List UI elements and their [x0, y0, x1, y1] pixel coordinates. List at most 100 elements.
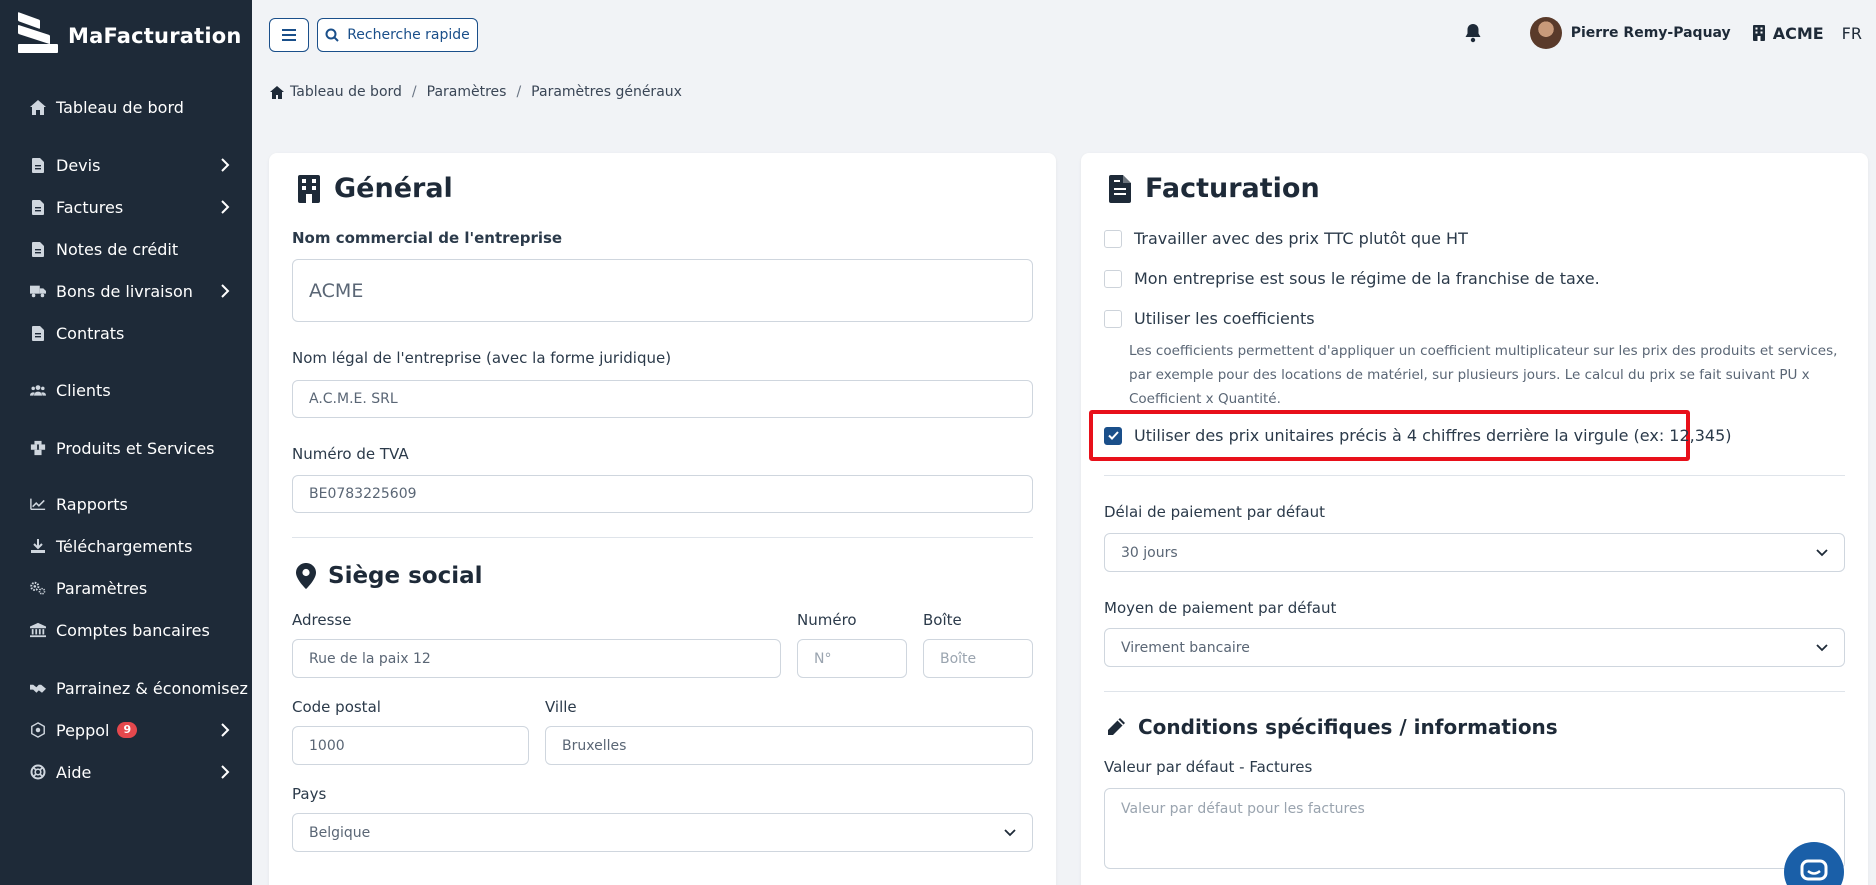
chevron-down-icon [1004, 828, 1016, 836]
number-label: Numéro [797, 611, 857, 629]
payment-delay-value: 30 jours [1121, 544, 1178, 561]
sidebar-item-bons-de-livraison[interactable]: Bons de livraison [0, 273, 252, 309]
chevron-right-icon [221, 284, 230, 298]
option-coefficients[interactable]: Utiliser les coefficients [1104, 309, 1315, 328]
map-pin-icon [296, 563, 316, 589]
chat-icon [1800, 859, 1828, 881]
address-label: Adresse [292, 611, 352, 629]
menu-toggle-button[interactable] [269, 18, 309, 52]
sidebar-item-label: Parrainez & économisez [56, 678, 248, 698]
trade-name-label: Nom commercial de l'entreprise [292, 229, 563, 247]
sidebar-item-parametres[interactable]: Paramètres [0, 570, 252, 606]
country-label: Pays [292, 785, 327, 803]
quick-search-label: Recherche rapide [347, 27, 470, 43]
document-icon [30, 157, 46, 173]
option-ttc-prices[interactable]: Travailler avec des prix TTC plutôt que … [1104, 229, 1468, 248]
checkbox[interactable] [1104, 229, 1122, 248]
divider [292, 537, 1033, 538]
home-icon [270, 85, 284, 99]
number-input[interactable]: N° [797, 639, 907, 678]
chevron-right-icon [221, 723, 230, 737]
divider [1104, 691, 1845, 692]
city-input[interactable]: Bruxelles [545, 726, 1033, 765]
checkbox[interactable] [1104, 269, 1122, 288]
city-label: Ville [545, 698, 577, 716]
top-right-bar: Pierre Remy-Paquay ACME FR [1464, 14, 1862, 52]
trade-name-input[interactable]: ACME [292, 259, 1033, 322]
sidebar-item-parrainez-economisez[interactable]: Parrainez & économisez [0, 670, 252, 706]
sidebar-item-notes-de-credit[interactable]: Notes de crédit [0, 231, 252, 267]
sidebar-item-telechargements[interactable]: Téléchargements [0, 528, 252, 564]
option-label: Mon entreprise est sous le régime de la … [1134, 269, 1600, 288]
sidebar-item-peppol[interactable]: Peppol 9 [0, 712, 252, 748]
address-input[interactable]: Rue de la paix 12 [292, 639, 781, 678]
breadcrumb-label: Tableau de bord [290, 84, 402, 100]
logo-mark-icon [18, 11, 58, 58]
sidebar-item-devis[interactable]: Devis [0, 147, 252, 183]
user-name[interactable]: Pierre Remy-Paquay [1571, 25, 1731, 41]
headquarters-title: Siège social [296, 563, 483, 589]
billing-card: Facturation Travailler avec des prix TTC… [1081, 153, 1868, 885]
payment-method-select[interactable]: Virement bancaire [1104, 628, 1845, 667]
sidebar-item-tableau-de-bord[interactable]: Tableau de bord [0, 89, 252, 125]
checkbox[interactable] [1104, 309, 1122, 328]
coefficients-help-text: Les coefficients permettent d'appliquer … [1129, 343, 1838, 407]
gears-icon [30, 580, 46, 596]
payment-method-label: Moyen de paiement par défaut [1104, 599, 1337, 617]
breadcrumb: Tableau de bord / Paramètres / Paramètre… [270, 84, 682, 100]
building-icon [1752, 25, 1765, 41]
sidebar-item-label: Tableau de bord [56, 97, 184, 117]
legal-name-label: Nom légal de l'entreprise (avec la forme… [292, 349, 672, 367]
conditions-title: Conditions spécifiques / informations [1106, 715, 1558, 739]
sidebar-item-label: Aide [56, 762, 92, 782]
checkbox-checked[interactable] [1104, 426, 1122, 445]
sidebar-item-comptes-bancaires[interactable]: Comptes bancaires [0, 612, 252, 648]
language-selector[interactable]: FR [1842, 24, 1862, 43]
general-card: Général Nom commercial de l'entreprise A… [269, 153, 1056, 885]
breadcrumb-item-current: Paramètres généraux [531, 84, 682, 100]
truck-icon [30, 283, 46, 299]
user-avatar[interactable] [1529, 17, 1562, 49]
billing-title: Facturation [1109, 173, 1320, 204]
vat-input[interactable]: BE0783225609 [292, 475, 1033, 513]
postal-code-input[interactable]: 1000 [292, 726, 529, 765]
sidebar: MaFacturation Tableau de bord Devis Factur… [0, 0, 252, 885]
country-select-value: Belgique [309, 824, 371, 841]
sidebar-item-contrats[interactable]: Contrats [0, 315, 252, 351]
notification-bell-icon[interactable] [1464, 23, 1482, 43]
box-input[interactable]: Boîte [923, 639, 1033, 678]
breadcrumb-item-settings[interactable]: Paramètres [427, 84, 507, 100]
users-icon [30, 382, 46, 398]
app-name: MaFacturation [68, 24, 242, 48]
option-label: Travailler avec des prix TTC plutôt que … [1134, 229, 1468, 248]
company-switcher[interactable]: ACME [1752, 24, 1824, 43]
sidebar-item-label: Peppol [56, 720, 110, 740]
option-precise-unit-prices[interactable]: Utiliser des prix unitaires précis à 4 c… [1104, 426, 1732, 445]
sidebar-item-rapports[interactable]: Rapports [0, 486, 252, 522]
sidebar-item-factures[interactable]: Factures [0, 189, 252, 225]
sidebar-item-label: Factures [56, 197, 124, 217]
chevron-down-icon [1816, 548, 1828, 556]
home-icon [30, 99, 46, 115]
sidebar-item-clients[interactable]: Clients [0, 372, 252, 408]
sidebar-item-produits-et-services[interactable]: Produits et Services [0, 430, 252, 466]
document-icon [30, 325, 46, 341]
sidebar-item-label: Paramètres [56, 578, 148, 598]
peppol-icon [30, 722, 46, 738]
divider [1104, 475, 1845, 476]
chevron-right-icon [221, 158, 230, 172]
option-label: Utiliser des prix unitaires précis à 4 c… [1134, 426, 1732, 445]
vat-label: Numéro de TVA [292, 445, 409, 463]
country-select[interactable]: Belgique [292, 813, 1033, 852]
invoices-default-textarea[interactable]: Valeur par défaut pour les factures [1104, 788, 1845, 869]
payment-delay-select[interactable]: 30 jours [1104, 533, 1845, 572]
breadcrumb-item-home[interactable]: Tableau de bord [270, 84, 402, 100]
legal-name-input[interactable]: A.C.M.E. SRL [292, 380, 1033, 418]
notification-badge: 9 [117, 722, 138, 738]
sidebar-item-aide[interactable]: Aide [0, 754, 252, 790]
chevron-down-icon [1816, 643, 1828, 651]
option-tax-franchise[interactable]: Mon entreprise est sous le régime de la … [1104, 269, 1600, 288]
general-title: Général [298, 173, 453, 204]
quick-search-button[interactable]: Recherche rapide [317, 18, 478, 52]
app-logo[interactable]: MaFacturation [18, 11, 242, 58]
